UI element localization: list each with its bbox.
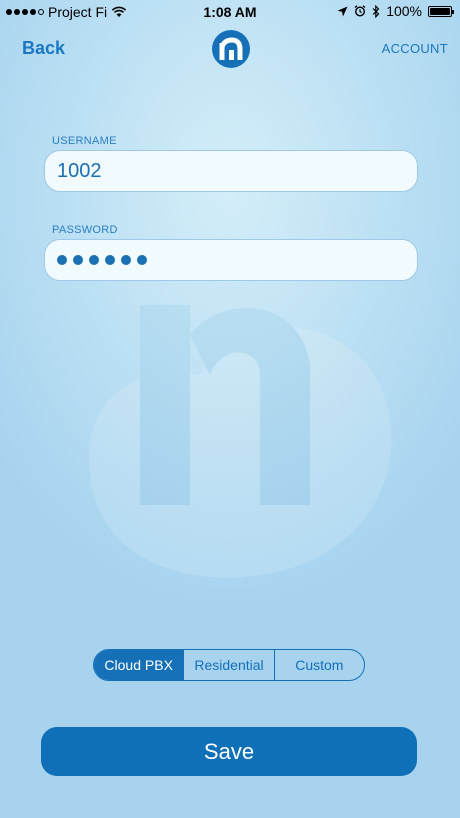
password-mask bbox=[57, 255, 147, 265]
bluetooth-icon bbox=[372, 4, 380, 18]
username-value: 1002 bbox=[57, 159, 102, 182]
status-right: 100% bbox=[337, 3, 454, 19]
screen: Project Fi 1:08 AM 100% Back ACCOUNT USE… bbox=[0, 0, 460, 818]
battery-icon bbox=[428, 5, 454, 17]
status-bar: Project Fi 1:08 AM 100% bbox=[0, 0, 460, 24]
watermark-logo-icon bbox=[88, 305, 392, 578]
location-arrow-icon bbox=[337, 6, 348, 16]
username-label: USERNAME bbox=[52, 135, 117, 147]
brand-logo-icon bbox=[212, 30, 250, 68]
password-mask-dot bbox=[137, 255, 147, 265]
password-mask-dot bbox=[89, 255, 99, 265]
username-input[interactable]: 1002 bbox=[44, 150, 418, 192]
password-input[interactable] bbox=[44, 239, 418, 281]
password-label: PASSWORD bbox=[52, 224, 118, 236]
account-button[interactable]: ACCOUNT bbox=[382, 41, 448, 56]
password-mask-dot bbox=[121, 255, 131, 265]
password-mask-dot bbox=[57, 255, 67, 265]
password-mask-dot bbox=[105, 255, 115, 265]
save-button[interactable]: Save bbox=[41, 727, 417, 776]
segment-residential[interactable]: Residential bbox=[184, 650, 275, 680]
segment-cloud-pbx[interactable]: Cloud PBX bbox=[94, 650, 185, 680]
password-mask-dot bbox=[73, 255, 83, 265]
account-type-selector: Cloud PBX Residential Custom bbox=[93, 649, 365, 681]
back-button[interactable]: Back bbox=[22, 38, 65, 59]
battery-percent: 100% bbox=[386, 3, 422, 19]
segment-custom[interactable]: Custom bbox=[275, 650, 364, 680]
alarm-icon bbox=[354, 5, 366, 17]
